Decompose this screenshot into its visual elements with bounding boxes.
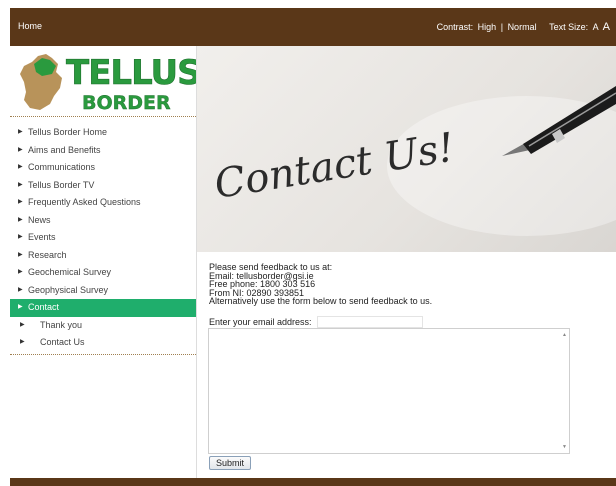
logo-border-text: BORDER bbox=[82, 92, 171, 114]
nav-arrow-icon: ▶ bbox=[18, 216, 23, 223]
contrast-separator: | bbox=[500, 22, 504, 32]
logo-tellus-text: TELLUS bbox=[66, 53, 196, 93]
nav-subitem-contact-us[interactable]: ▶ Contact Us bbox=[10, 334, 196, 352]
text-size-large-link[interactable]: A bbox=[603, 21, 610, 33]
nav-arrow-icon: ▶ bbox=[18, 199, 23, 205]
nav-item-label: Contact Us bbox=[40, 337, 85, 347]
nav-arrow-icon: ▶ bbox=[18, 304, 23, 310]
nav-bottom-divider bbox=[10, 354, 196, 355]
text-size-small-link[interactable]: A bbox=[593, 22, 599, 32]
footer-bar bbox=[10, 478, 616, 486]
nav-item-label: Tellus Border Home bbox=[28, 127, 108, 137]
nav-item-geochemical-survey[interactable]: ▶ Geochemical Survey bbox=[10, 264, 196, 282]
nav-item-tellus-border-home[interactable]: ▶ Tellus Border Home bbox=[10, 124, 196, 142]
contrast-high-link[interactable]: High bbox=[478, 22, 497, 32]
nav-item-aims-and-benefits[interactable]: ▶ Aims and Benefits bbox=[10, 142, 196, 160]
nav-arrow-icon: ▶ bbox=[18, 146, 23, 153]
nav-item-label: News bbox=[28, 214, 51, 225]
nav-item-label: Geochemical Survey bbox=[28, 267, 112, 277]
feedback-textarea[interactable]: ▲ ▼ bbox=[208, 328, 570, 454]
nav-item-geophysical-survey[interactable]: ▶ Geophysical Survey bbox=[10, 282, 196, 300]
nav-item-label: Contact bbox=[28, 302, 60, 312]
nav-item-events[interactable]: ▶ Events bbox=[10, 229, 196, 247]
nav-subitem-thank-you[interactable]: ▶ Thank you bbox=[10, 317, 196, 335]
side-navigation: ▶ Tellus Border Home ▶ Aims and Benefits ▶… bbox=[10, 124, 196, 352]
nav-item-label: Frequently Asked Questions bbox=[28, 197, 141, 207]
contact-alternative: Alternatively use the form below to send… bbox=[209, 296, 433, 306]
submit-button[interactable]: Submit bbox=[209, 456, 251, 470]
nav-item-news[interactable]: ▶ News bbox=[10, 212, 196, 230]
nav-arrow-icon: ▶ bbox=[18, 269, 23, 275]
contrast-label: Contrast: bbox=[436, 22, 474, 32]
home-link[interactable]: Home bbox=[18, 21, 42, 31]
nav-item-label: Aims and Benefits bbox=[28, 144, 101, 155]
sidebar: TELLUS BORDER ▶ Tellus Border Home ▶ Aims … bbox=[10, 46, 196, 476]
nav-arrow-icon: ▶ bbox=[18, 129, 23, 135]
text-size-label: Text Size: bbox=[549, 22, 589, 32]
nav-top-divider bbox=[10, 116, 196, 117]
contrast-normal-link[interactable]: Normal bbox=[508, 22, 537, 32]
nav-item-label: Events bbox=[28, 232, 56, 242]
nav-item-research[interactable]: ▶ Research bbox=[10, 247, 196, 265]
nav-arrow-icon: ▶ bbox=[20, 339, 25, 345]
nav-item-label: Geophysical Survey bbox=[28, 284, 109, 295]
accessibility-controls: Contrast: High | Normal Text Size: A A bbox=[435, 21, 610, 33]
email-input[interactable] bbox=[317, 316, 423, 328]
nav-arrow-icon: ▶ bbox=[18, 286, 23, 293]
top-bar: Home Contrast: High | Normal Text Size: … bbox=[10, 8, 616, 46]
nav-arrow-icon: ▶ bbox=[18, 251, 23, 258]
nav-arrow-icon: ▶ bbox=[18, 164, 23, 170]
banner-graphic: Contact Us! bbox=[211, 86, 616, 236]
nav-arrow-icon: ▶ bbox=[20, 321, 25, 328]
nav-item-label: Thank you bbox=[40, 319, 83, 330]
nav-item-faq[interactable]: ▶ Frequently Asked Questions bbox=[10, 194, 196, 212]
nav-item-communications[interactable]: ▶ Communications bbox=[10, 159, 196, 177]
scroll-down-icon[interactable]: ▼ bbox=[562, 444, 567, 450]
contact-info: Please send feedback to us at: Email: te… bbox=[209, 263, 609, 306]
tellus-border-logo[interactable]: TELLUS BORDER bbox=[10, 46, 196, 116]
scroll-up-icon[interactable]: ▲ bbox=[562, 332, 567, 338]
nav-item-tellus-border-tv[interactable]: ▶ Tellus Border TV bbox=[10, 177, 196, 195]
nav-arrow-icon: ▶ bbox=[18, 181, 23, 188]
nav-item-contact[interactable]: ▶ Contact bbox=[10, 299, 196, 317]
nav-arrow-icon: ▶ bbox=[18, 234, 23, 240]
nav-item-label: Communications bbox=[28, 162, 96, 172]
email-label: Enter your email address: bbox=[209, 317, 312, 327]
nav-item-label: Tellus Border TV bbox=[28, 179, 95, 190]
nav-item-label: Research bbox=[28, 249, 67, 260]
contact-banner: Contact Us! bbox=[197, 46, 616, 252]
